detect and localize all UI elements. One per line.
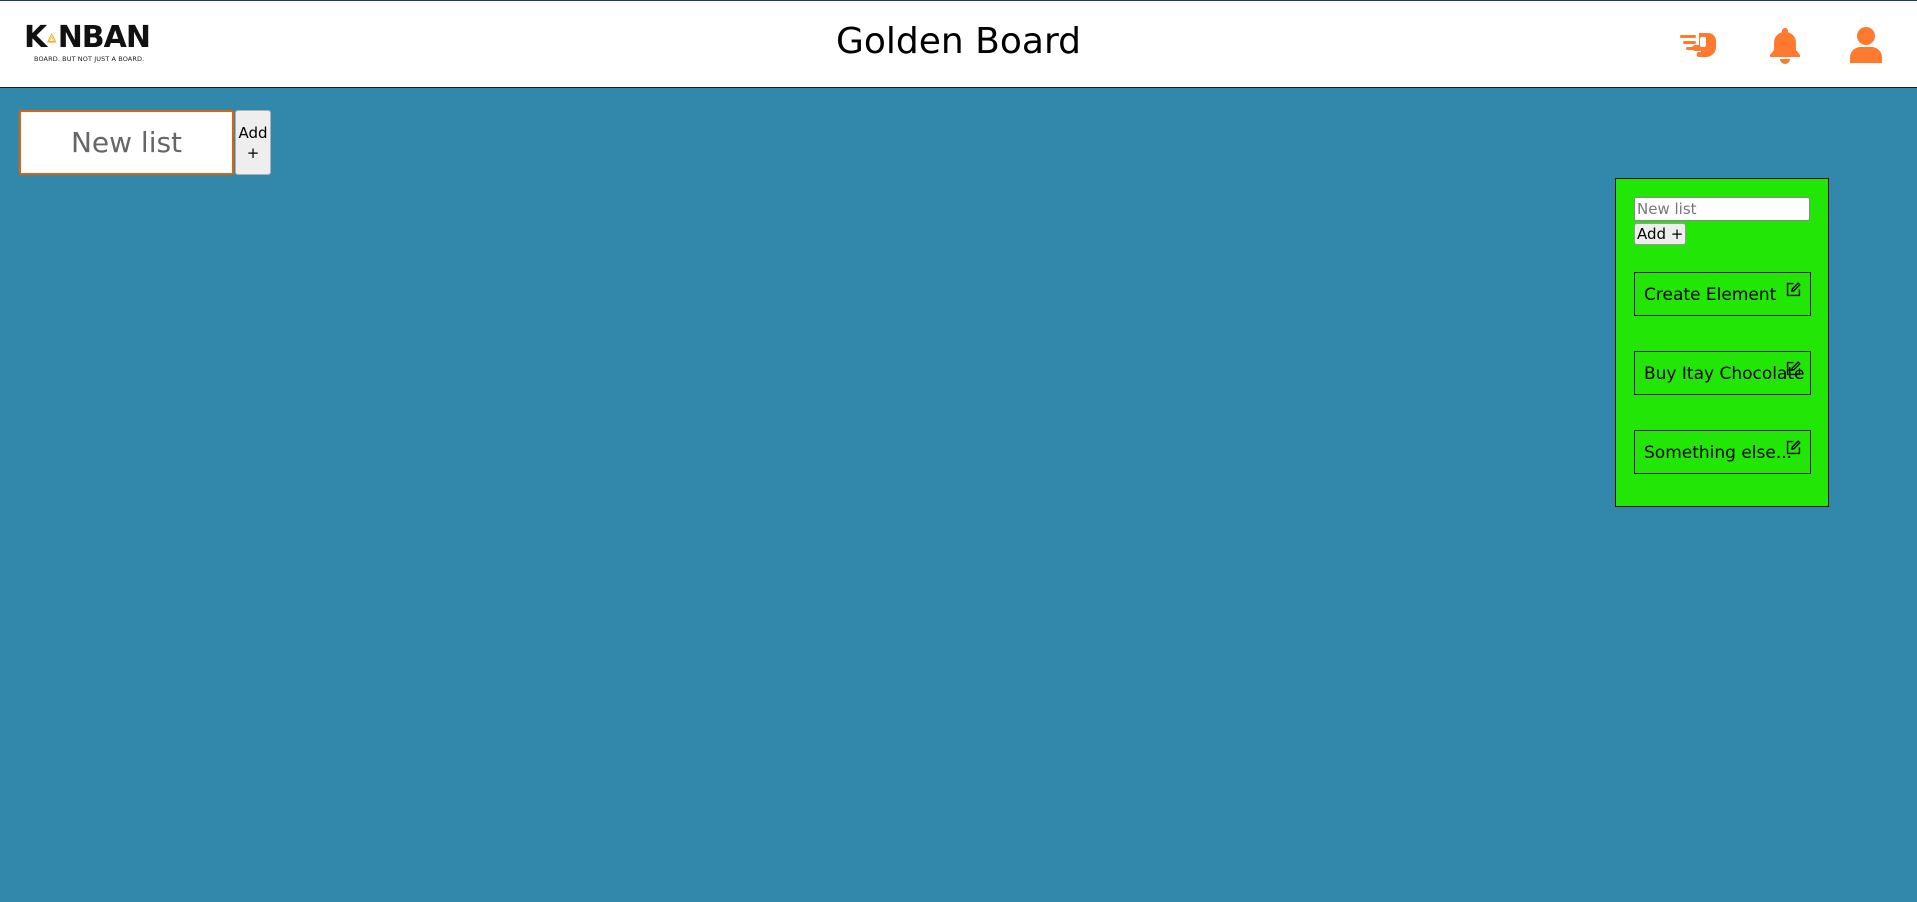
list-card[interactable]: Buy Itay Chocolate: [1634, 351, 1811, 395]
card-label: Buy Itay Chocolate: [1644, 364, 1805, 384]
edit-icon[interactable]: [1785, 281, 1802, 298]
edit-icon[interactable]: [1785, 439, 1802, 456]
card-label: Something else...: [1644, 443, 1793, 463]
pointing-hand-icon[interactable]: [1678, 25, 1718, 65]
list-new-item-input[interactable]: [1634, 197, 1810, 221]
app-header: K NBAN BOARD. BUT NOT JUST A BOARD. Gold…: [0, 0, 1917, 88]
bell-icon[interactable]: [1765, 25, 1805, 65]
list-add-button[interactable]: Add +: [1634, 223, 1687, 245]
user-icon[interactable]: [1846, 25, 1886, 65]
new-list-input[interactable]: [19, 110, 234, 175]
edit-icon[interactable]: [1785, 360, 1802, 377]
list-card[interactable]: Create Element: [1634, 272, 1811, 316]
card-label: Create Element: [1644, 285, 1777, 305]
list-column: Add + Create Element Buy Itay Chocolate …: [1615, 178, 1829, 507]
add-list-button[interactable]: Add +: [235, 110, 271, 175]
list-card[interactable]: Something else...: [1634, 430, 1811, 474]
board-title: Golden Board: [836, 21, 1081, 62]
